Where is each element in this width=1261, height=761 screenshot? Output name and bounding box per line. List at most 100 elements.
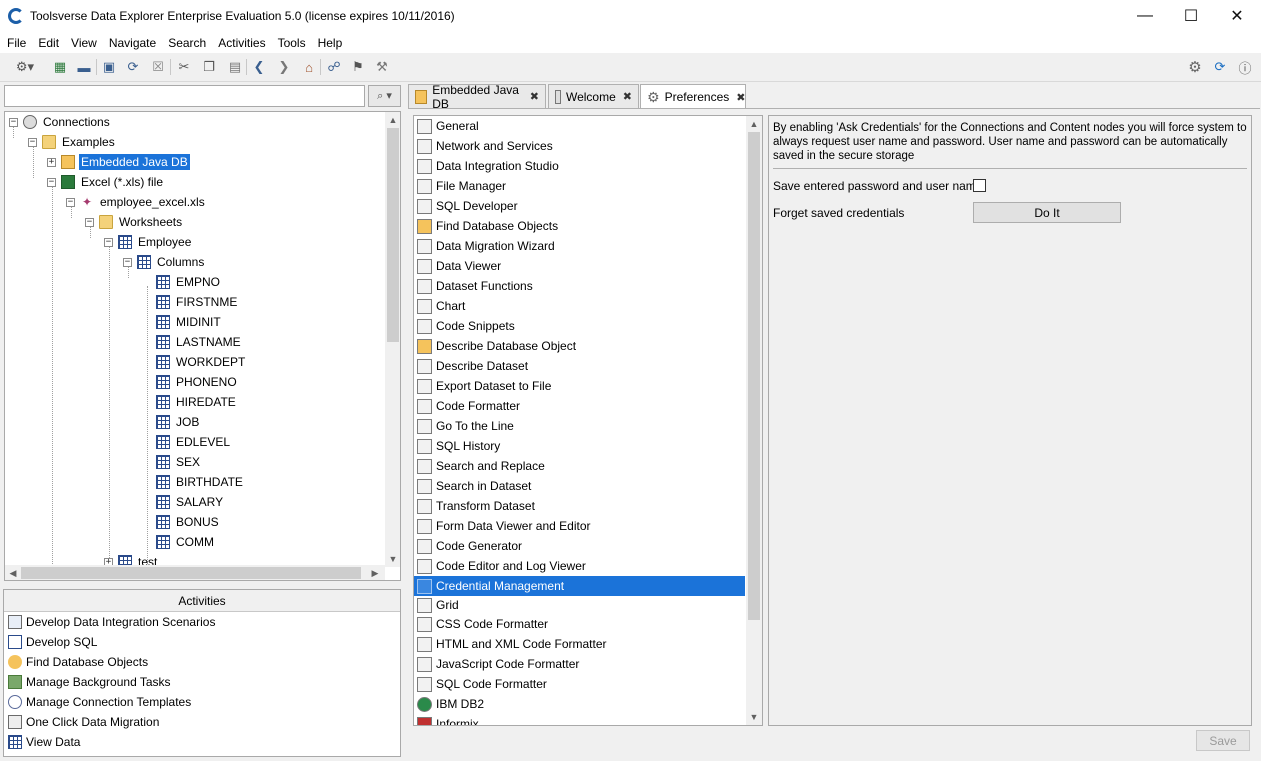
tab-close-icon[interactable]: ✖ xyxy=(623,90,632,103)
pref-item[interactable]: Code Snippets xyxy=(414,316,745,336)
menu-view[interactable]: View xyxy=(66,36,102,50)
panel-splitter[interactable] xyxy=(402,83,407,761)
pref-item-selected[interactable]: Credential Management xyxy=(414,576,745,596)
activity-item[interactable]: Manage Background Tasks xyxy=(4,672,400,692)
activity-item[interactable]: Develop Data Integration Scenarios xyxy=(4,612,400,632)
tree-node-columns[interactable]: − Columns xyxy=(123,252,206,272)
pref-item[interactable]: Search in Dataset xyxy=(414,476,745,496)
pref-item[interactable]: IBM DB2 xyxy=(414,694,745,714)
save-button[interactable]: Save xyxy=(1196,730,1250,751)
pref-item[interactable]: File Manager xyxy=(414,176,745,196)
scroll-down-icon[interactable]: ▼ xyxy=(746,709,762,725)
activity-item[interactable]: One Click Data Migration xyxy=(4,712,400,732)
tree-search-input[interactable] xyxy=(4,85,365,107)
scroll-right-icon[interactable]: ▶ xyxy=(367,565,383,580)
forward-icon[interactable]: ❯ xyxy=(275,58,293,76)
pref-item[interactable]: SQL Code Formatter xyxy=(414,674,745,694)
copy-icon[interactable]: ❐ xyxy=(200,58,218,76)
pref-item[interactable]: Go To the Line xyxy=(414,416,745,436)
prefs-vertical-scrollbar[interactable]: ▲ ▼ xyxy=(746,116,762,725)
pref-item[interactable]: Data Viewer xyxy=(414,256,745,276)
tree-node-embedded-java-db[interactable]: + Embedded Java DB xyxy=(47,152,190,172)
paste-icon[interactable]: ▤ xyxy=(226,58,244,76)
help-icon[interactable]: ⓘ xyxy=(1236,58,1254,76)
tree-horizontal-scrollbar[interactable]: ◀ ▶ xyxy=(5,565,385,580)
tree-column-node[interactable]: EMPNO xyxy=(156,272,222,292)
pref-item[interactable]: Dataset Functions xyxy=(414,276,745,296)
pref-item[interactable]: HTML and XML Code Formatter xyxy=(414,634,745,654)
properties-icon[interactable]: ▣ xyxy=(100,58,118,76)
tree-column-node[interactable]: HIREDATE xyxy=(156,392,238,412)
tree-node-examples[interactable]: − Examples xyxy=(28,132,117,152)
activity-item[interactable]: Develop SQL xyxy=(4,632,400,652)
pref-item[interactable]: Find Database Objects xyxy=(414,216,745,236)
tab-preferences[interactable]: ⚙ Preferences ✖ xyxy=(640,84,746,109)
home-icon[interactable]: ⌂ xyxy=(300,58,318,76)
menu-help[interactable]: Help xyxy=(313,36,348,50)
pref-item[interactable]: Data Integration Studio xyxy=(414,156,745,176)
stop-icon[interactable]: ☒ xyxy=(149,58,167,76)
tree-column-node[interactable]: SALARY xyxy=(156,492,225,512)
prefs-scroll-thumb[interactable] xyxy=(748,132,760,620)
tab-embedded-java-db[interactable]: Embedded Java DB ✖ xyxy=(408,83,546,111)
scroll-left-icon[interactable]: ◀ xyxy=(5,565,21,580)
tree-column-node[interactable]: WORKDEPT xyxy=(156,352,247,372)
pref-item[interactable]: Informix xyxy=(414,714,745,725)
sign-icon[interactable]: ⚑ xyxy=(349,58,367,76)
back-icon[interactable]: ❮ xyxy=(250,58,268,76)
pref-item[interactable]: Data Migration Wizard xyxy=(414,236,745,256)
save-credentials-checkbox[interactable] xyxy=(973,179,986,192)
pref-item[interactable]: Transform Dataset xyxy=(414,496,745,516)
pref-item[interactable]: General xyxy=(414,116,745,136)
tab-close-icon[interactable]: ✖ xyxy=(736,91,745,104)
tree-node-employee[interactable]: − Employee xyxy=(104,232,193,252)
tree-node-connections[interactable]: − Connections xyxy=(9,112,112,132)
refresh-icon[interactable]: ⟳ xyxy=(124,58,142,76)
pref-item[interactable]: CSS Code Formatter xyxy=(414,614,745,634)
tree-column-node[interactable]: PHONENO xyxy=(156,372,239,392)
do-it-button[interactable]: Do It xyxy=(973,202,1121,223)
tree-hscroll-thumb[interactable] xyxy=(21,567,361,579)
tree-vertical-scrollbar[interactable]: ▲ ▼ xyxy=(385,112,400,567)
pref-item[interactable]: SQL History xyxy=(414,436,745,456)
menu-activities[interactable]: Activities xyxy=(213,36,270,50)
search-button[interactable]: ⌕ ▾ xyxy=(368,85,401,107)
menu-search[interactable]: Search xyxy=(163,36,211,50)
tree-scroll-thumb[interactable] xyxy=(387,128,399,342)
tree-column-node[interactable]: MIDINIT xyxy=(156,312,223,332)
pref-item[interactable]: Code Editor and Log Viewer xyxy=(414,556,745,576)
pref-item[interactable]: Chart xyxy=(414,296,745,316)
tab-welcome[interactable]: Welcome ✖ xyxy=(548,84,639,108)
tab-close-icon[interactable]: ✖ xyxy=(530,90,539,103)
tree-column-node[interactable]: BIRTHDATE xyxy=(156,472,245,492)
tree-column-node[interactable]: FIRSTNME xyxy=(156,292,239,312)
remove-icon[interactable]: ▬ xyxy=(75,58,93,76)
update-icon[interactable]: ⟳ xyxy=(1211,58,1229,76)
scroll-up-icon[interactable]: ▲ xyxy=(385,112,400,128)
add-icon[interactable]: ▦ xyxy=(51,58,69,76)
pref-item[interactable]: JavaScript Code Formatter xyxy=(414,654,745,674)
pref-item[interactable]: Network and Services xyxy=(414,136,745,156)
menu-tools[interactable]: Tools xyxy=(273,36,311,50)
tree-node-excel-file[interactable]: − Excel (*.xls) file xyxy=(47,172,165,192)
tree-column-node[interactable]: EDLEVEL xyxy=(156,432,232,452)
pref-item[interactable]: Describe Dataset xyxy=(414,356,745,376)
menu-navigate[interactable]: Navigate xyxy=(104,36,161,50)
pref-item[interactable]: Form Data Viewer and Editor xyxy=(414,516,745,536)
activity-item[interactable]: View Data xyxy=(4,732,400,752)
pref-item[interactable]: Code Generator xyxy=(414,536,745,556)
tree-column-node[interactable]: SEX xyxy=(156,452,202,472)
minimize-button[interactable]: — xyxy=(1122,0,1168,32)
tree-column-node[interactable]: COMM xyxy=(156,532,216,552)
pref-item[interactable]: Describe Database Object xyxy=(414,336,745,356)
gear-icon[interactable]: ⚙ xyxy=(1186,58,1204,76)
network-icon[interactable]: ☍ xyxy=(325,58,343,76)
tree-column-node[interactable]: LASTNAME xyxy=(156,332,243,352)
cut-icon[interactable]: ✂ xyxy=(175,58,193,76)
pref-item[interactable]: Code Formatter xyxy=(414,396,745,416)
pref-item[interactable]: Export Dataset to File xyxy=(414,376,745,396)
activity-item[interactable]: Manage Connection Templates xyxy=(4,692,400,712)
tree-node-employee-excel[interactable]: − ✦ employee_excel.xls xyxy=(66,192,207,212)
pref-item[interactable]: Grid xyxy=(414,595,745,615)
close-button[interactable]: ✕ xyxy=(1214,0,1260,32)
